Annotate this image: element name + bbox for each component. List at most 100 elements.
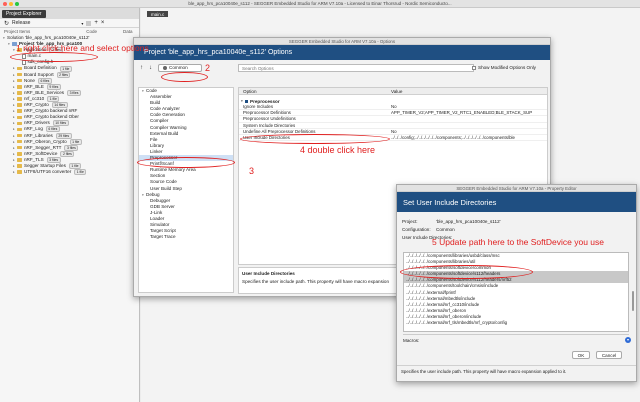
property-value: No: [391, 128, 397, 134]
project-label: Project:: [402, 218, 418, 224]
property-name: System Include Directories: [243, 122, 296, 128]
zoom-icon[interactable]: [15, 2, 19, 6]
folder-icon: [17, 115, 22, 120]
file-count-badge: 2 files: [60, 150, 75, 157]
remove-icon[interactable]: ×: [101, 20, 105, 26]
tree-item-label: UTF8/UTF16 converter: [24, 169, 72, 175]
annotation-4: 4 double click here: [300, 145, 376, 155]
ok-button[interactable]: OK: [572, 351, 590, 359]
folder-icon: [17, 66, 22, 71]
build-icon[interactable]: [86, 20, 92, 26]
folder-icon: [17, 133, 22, 138]
window-title-bar: ble_app_hrs_pca10040e_s112 - SEGGER Embe…: [0, 0, 640, 8]
checkbox-icon[interactable]: [472, 65, 476, 70]
category-list: ▾ Code Assembler Build Code Analyzer Code Gen…: [138, 87, 234, 293]
config-dropdown[interactable]: Common: [158, 63, 202, 72]
project-explorer-panel: Project Explorer ↻ Release ▾ + × Project…: [0, 8, 140, 402]
include-path-list[interactable]: ../../../../../../components/libraries/u…: [403, 252, 629, 332]
annotation-2: 2: [205, 63, 211, 73]
file-count-badge: 3 files: [67, 89, 81, 96]
explorer-toolbar: ↻ Release ▾ + ×: [0, 19, 139, 28]
property-editor-dialog: SEGGER Embedded Studio for ARM V7.10a - …: [396, 184, 637, 382]
scrollbar-thumb[interactable]: [632, 291, 634, 311]
property-value: No: [391, 104, 397, 110]
file-count-badge: 2 files: [56, 71, 71, 78]
options-toolbar: ↑ ↓ Common: [140, 63, 202, 72]
add-icon[interactable]: +: [94, 20, 98, 26]
macros-label: Macros:: [403, 338, 420, 343]
file-count-badge: 1 file: [69, 138, 82, 145]
cancel-button[interactable]: Cancel: [596, 351, 622, 359]
options-dialog-title: SEGGER Embedded Studio for ARM V7.10a - …: [134, 38, 550, 45]
folder-icon: [17, 121, 22, 126]
list-scrollbar[interactable]: [631, 253, 635, 331]
property-name: Preprocessor Definitions: [243, 110, 291, 116]
arrow-down-icon[interactable]: ↓: [149, 65, 152, 71]
folder-icon: [17, 152, 22, 156]
property-value: APP_TIMER_V2;APP_TIMER_V2_RTC1_ENABLED;B…: [391, 110, 533, 116]
annotation-5: 5 Update path here to the SoftDevice you…: [432, 237, 605, 247]
show-modified-checkbox[interactable]: Show Modified Options Only: [472, 65, 536, 70]
folder-icon: [17, 127, 22, 132]
group-label: Preprocessor: [250, 98, 280, 104]
annotation-ellipse: [400, 265, 533, 279]
folder-icon: [17, 139, 22, 144]
property-editor-title: SEGGER Embedded Studio for ARM V7.10a - …: [397, 185, 636, 192]
property-grid-header: Option Value: [239, 88, 547, 95]
annotation-ellipse: [161, 72, 208, 82]
folder-icon: [17, 170, 22, 174]
folder-icon: [17, 109, 22, 113]
column-header[interactable]: Value: [391, 89, 402, 94]
close-icon[interactable]: [3, 2, 7, 6]
expand-icon[interactable]: ▾: [625, 337, 631, 343]
tree-item[interactable]: ▸ UTF8/UTF16 converter 1 file: [0, 169, 139, 176]
property-name: Preprocessor Undefinitions: [243, 116, 296, 122]
folder-icon: [17, 91, 22, 95]
window-controls[interactable]: [3, 2, 19, 6]
configuration-value: Common: [436, 226, 455, 232]
folder-icon: [17, 158, 22, 162]
divider: [397, 365, 636, 366]
project-field: Project: 'ble_app_hrs_pca10040e_s112': [397, 217, 636, 225]
folder-icon: [17, 164, 22, 168]
file-count-badge: 1 file: [47, 95, 60, 102]
chevron-down-icon[interactable]: ▾: [81, 21, 83, 26]
category-label: Target Trace: [150, 234, 176, 240]
file-count-badge: 1 file: [74, 169, 87, 176]
property-editor-header: Set User Include Directories: [397, 192, 636, 212]
window-title: ble_app_hrs_pca10040e_s112 - SEGGER Embe…: [188, 1, 452, 6]
tab-main-c[interactable]: main.c: [147, 11, 169, 17]
include-path-item[interactable]: ../../../../../../external/nrf_tls/mbedt…: [404, 320, 628, 326]
folder-icon: [17, 78, 22, 83]
folder-icon: [17, 97, 22, 101]
folder-icon: [17, 85, 22, 89]
column-header[interactable]: Project Items: [4, 29, 30, 34]
config-value: Common: [169, 65, 188, 70]
property-name: Ignore Includes: [243, 104, 274, 110]
annotation-3: 3: [249, 166, 255, 176]
annotation-ellipse: [137, 157, 235, 168]
options-dialog-header: Project 'ble_app_hrs_pca10040e_s112' Opt…: [134, 45, 550, 60]
annotation-ellipse: [240, 134, 390, 144]
tab-project-explorer[interactable]: Project Explorer: [2, 9, 46, 18]
refresh-icon[interactable]: ↻: [4, 20, 9, 27]
column-header[interactable]: Data: [123, 29, 133, 34]
arrow-up-icon[interactable]: ↑: [140, 65, 143, 71]
project-value: 'ble_app_hrs_pca10040e_s112': [436, 218, 501, 224]
annotation-ellipse: [10, 52, 98, 62]
config-select[interactable]: Release: [12, 20, 30, 26]
group-icon: [245, 99, 248, 103]
configuration-label: Configuration:: [402, 226, 431, 232]
file-count-badge: 10 files: [52, 120, 69, 127]
column-header[interactable]: Code: [86, 29, 97, 34]
file-count-badge: 1 file: [59, 65, 72, 72]
minimize-icon[interactable]: [9, 2, 13, 6]
footer-text: Specifies the user include path. This pr…: [401, 369, 567, 374]
folder-icon: [17, 145, 22, 150]
column-header[interactable]: Option: [239, 89, 391, 94]
configuration-field: Configuration: Common: [397, 225, 636, 233]
show-modified-label: Show Modified Options Only: [478, 65, 536, 70]
search-options-input[interactable]: [238, 64, 474, 72]
category-item[interactable]: Target Trace: [139, 234, 233, 240]
annotation-1: 1 right click here and select options: [16, 43, 149, 53]
